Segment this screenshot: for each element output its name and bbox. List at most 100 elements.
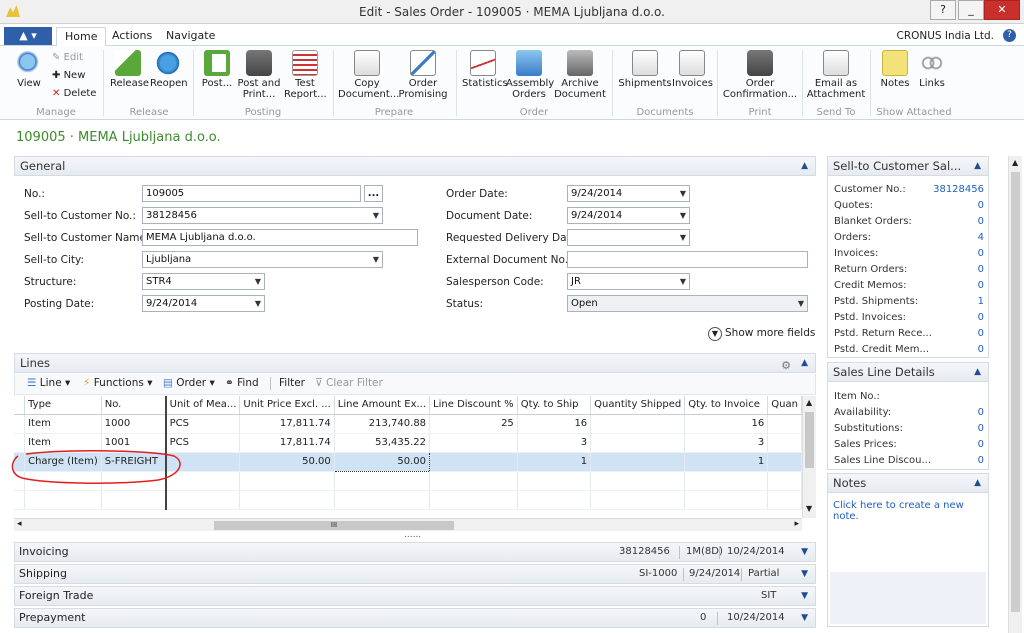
chevron-down-icon[interactable]: ▼ [255,274,261,289]
factbox-value-link[interactable]: 0 [978,264,984,275]
city-field[interactable]: Ljubljana ▼ [142,251,383,268]
external-doc-field[interactable] [567,251,808,268]
no-assist-button[interactable]: ... [364,185,383,202]
create-note-link[interactable]: Click here to create a new note. [833,500,988,522]
column-header[interactable]: No. [101,396,167,415]
chevron-down-icon[interactable]: ▼ [798,296,804,311]
grid-cell[interactable]: 50.00 [239,452,335,472]
factbox-value-link[interactable]: 1 [978,296,984,307]
line-menu-button[interactable]: ☰ Line ▾ [27,377,70,389]
notes-factbox-header[interactable]: Notes ▲ [827,473,989,493]
collapse-icon[interactable]: ▲ [801,157,808,175]
delete-button[interactable]: ✕ Delete [52,88,96,100]
factbox-value-link[interactable]: 0 [978,423,984,434]
close-button[interactable]: ✕ [984,0,1020,20]
grid-cell[interactable] [590,414,686,434]
vertical-scrollbar[interactable]: ▲ ▼ [802,396,816,518]
chevron-down-icon[interactable]: ▼ [373,208,379,223]
grid-cell[interactable]: 213,740.88 [334,414,431,434]
links-button[interactable]: Links [916,50,948,89]
post-and-print-button[interactable]: Post and Print... [236,50,282,100]
settings-icon[interactable]: ⚙ [781,357,791,375]
scroll-up-icon[interactable]: ▲ [1012,158,1018,167]
chevron-down-icon[interactable]: ▼ [373,252,379,267]
order-date-field[interactable]: 9/24/2014 ▼ [567,185,690,202]
chevron-down-icon[interactable]: ▼ [680,230,686,245]
expand-icon[interactable]: ▼ [801,565,808,583]
grid-cell[interactable]: 25 [429,414,518,434]
factbox-value-link[interactable]: 0 [978,280,984,291]
factbox-value-link[interactable]: 0 [978,407,984,418]
grid-cell[interactable]: 53,435.22 [334,433,431,453]
chevron-down-icon[interactable]: ▼ [680,274,686,289]
grid-cell[interactable]: 17,811.74 [239,433,335,453]
grid-cell[interactable]: PCS [165,414,241,434]
app-menu-button[interactable]: ▲ ▾ [4,27,52,45]
release-button[interactable]: Release [110,50,149,89]
grid-cell[interactable] [590,452,686,472]
notes-button[interactable]: Notes [878,50,912,89]
factbox-value-link[interactable]: 0 [978,328,984,339]
chevron-down-icon[interactable]: ▼ [680,186,686,201]
scroll-up-icon[interactable]: ▲ [806,398,812,407]
document-date-field[interactable]: 9/24/2014 ▼ [567,207,690,224]
grid-cell[interactable] [767,414,802,434]
factbox-value-link[interactable]: 0 [978,439,984,450]
archive-document-button[interactable]: Archive Document [554,50,606,100]
scroll-right-icon[interactable]: ▸ [794,519,799,529]
column-header[interactable]: Type [24,396,102,415]
factbox-value-link[interactable]: 0 [978,248,984,259]
grid-cell[interactable]: 16 [684,414,769,434]
collapse-icon[interactable]: ▲ [801,354,808,372]
assembly-orders-button[interactable]: Assembly Orders [506,50,554,100]
no-field[interactable]: 109005 [142,185,361,202]
customer-factbox-header[interactable]: Sell-to Customer Sal... ▲ [827,156,989,176]
grid-cell[interactable]: 50.00 [333,451,431,472]
filter-button[interactable]: Filter [279,377,305,389]
salesperson-field[interactable]: JR ▼ [567,273,690,290]
grid-cell[interactable]: 1 [684,452,769,472]
window-scroll-thumb[interactable] [1011,172,1020,612]
factbox-value-link[interactable]: 4 [978,232,984,243]
minimize-button[interactable]: _ [958,0,984,20]
column-header[interactable]: Line Discount % [429,396,518,415]
scroll-down-icon[interactable]: ▼ [806,504,812,513]
tab-actions[interactable]: Actions [104,27,160,46]
customer-no-field[interactable]: 38128456 ▼ [142,207,383,224]
help-icon[interactable]: ? [1003,29,1016,42]
customer-name-field[interactable]: MEMA Ljubljana d.o.o. [142,229,418,246]
grid-cell[interactable]: 1 [517,452,592,472]
factbox-value-link[interactable]: 0 [978,216,984,227]
post-button[interactable]: Post... [200,50,234,89]
general-header[interactable]: General ▲ [14,156,816,176]
order-confirmation-button[interactable]: Order Confirmation... [722,50,798,100]
row-selector[interactable] [14,414,26,434]
factbox-value-link[interactable]: 0 [978,455,984,466]
statistics-button[interactable]: Statistics [462,50,508,89]
column-header[interactable]: Unit of Mea... [165,396,241,415]
column-header[interactable]: Unit Price Excl. ... [239,396,335,415]
table-row-empty[interactable] [14,490,802,510]
splitter-handle[interactable]: ...... [404,531,421,540]
structure-field[interactable]: STR4 ▼ [142,273,265,290]
window-scrollbar[interactable]: ▲ [1008,156,1022,633]
column-header[interactable]: Line Amount Ex... [334,396,431,415]
expand-icon[interactable]: ▼ [801,543,808,561]
collapse-icon[interactable]: ▲ [974,363,981,381]
grid-cell[interactable] [767,433,802,453]
grid-cell[interactable]: 1000 [101,414,167,434]
copy-document-button[interactable]: Copy Document... [338,50,399,100]
grid-cell[interactable]: Item [24,414,102,434]
chevron-down-icon[interactable]: ▼ [680,208,686,223]
collapse-icon[interactable]: ▲ [974,474,981,492]
new-button[interactable]: ✚ New [52,70,85,82]
expand-icon[interactable]: ▼ [801,609,808,627]
find-button[interactable]: ⚭ Find [225,377,259,389]
notes-area[interactable] [830,572,986,624]
invoices-button[interactable]: Invoices [672,50,713,89]
grid-cell[interactable] [590,433,686,453]
grid-cell[interactable] [767,452,802,472]
show-more-fields-button[interactable]: ▼ Show more fields [708,327,815,341]
factbox-value-link[interactable]: 0 [978,312,984,323]
column-header[interactable]: Qty. to Invoice [684,396,769,415]
